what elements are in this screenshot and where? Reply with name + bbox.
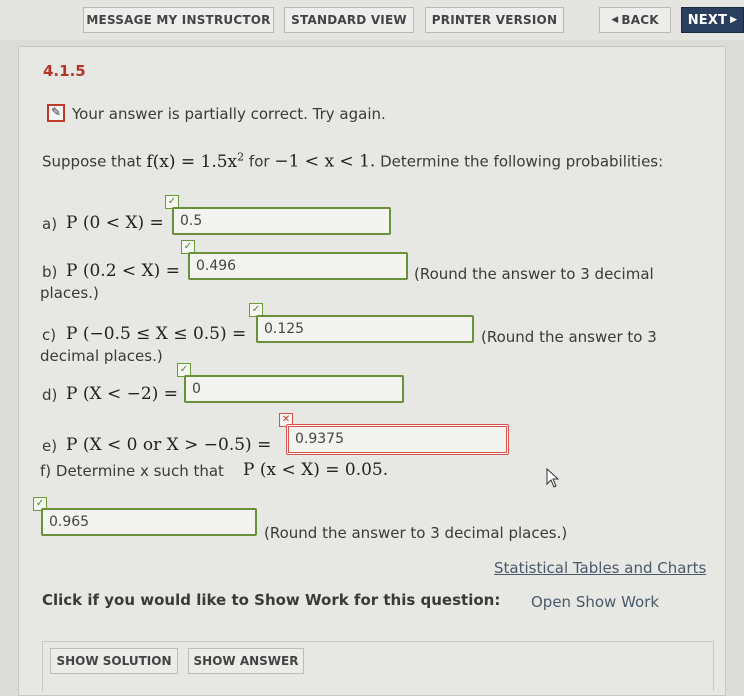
intro-prefix: Suppose that — [42, 152, 142, 171]
part-f-round-note: (Round the answer to 3 decimal places.) — [264, 524, 568, 542]
back-label: BACK — [621, 13, 659, 27]
intro-suffix: Determine the following probabilities: — [380, 152, 664, 171]
question-text: Suppose that f(x) = 1.5x2 for −1 < x < 1… — [42, 150, 663, 172]
part-b-answer-input[interactable]: 0.496 — [188, 252, 408, 280]
message-instructor-button[interactable]: MESSAGE MY INSTRUCTOR — [83, 7, 274, 33]
top-toolbar: MESSAGE MY INSTRUCTOR STANDARD VIEW PRIN… — [0, 0, 744, 40]
part-c-round-note: (Round the answer to 3 — [481, 328, 657, 346]
part-c-label: c) — [42, 326, 57, 344]
next-arrow-icon: ▶ — [730, 15, 738, 25]
part-a-expr: P (0 < X) = — [66, 213, 164, 233]
part-f-answer-input[interactable]: 0.965 — [41, 508, 257, 536]
open-show-work-link[interactable]: Open Show Work — [531, 593, 659, 611]
function-exponent: 2 — [237, 150, 245, 163]
feedback-message: Your answer is partially correct. Try ag… — [72, 105, 386, 123]
printer-version-button[interactable]: PRINTER VERSION — [425, 7, 564, 33]
next-button[interactable]: NEXT ▶ — [681, 7, 744, 33]
show-solution-button[interactable]: SHOW SOLUTION — [50, 648, 178, 674]
part-c-expr: P (−0.5 ≤ X ≤ 0.5) = — [66, 324, 247, 344]
part-b-expr: P (0.2 < X) = — [66, 261, 180, 281]
part-c-answer-input[interactable]: 0.125 — [256, 315, 474, 343]
part-a-answer-input[interactable]: 0.5 — [172, 207, 391, 235]
standard-view-button[interactable]: STANDARD VIEW — [284, 7, 414, 33]
part-b-round-note: (Round the answer to 3 decimal — [414, 265, 654, 283]
partial-correct-icon: ✎ — [47, 104, 65, 122]
part-b-label: b) — [42, 263, 58, 281]
mouse-cursor-icon — [546, 468, 560, 488]
next-label: NEXT — [687, 12, 728, 28]
part-d-answer-input[interactable]: 0 — [184, 375, 404, 403]
part-a-label: a) — [42, 215, 58, 233]
part-f-expr: P (x < X) = 0.05. — [243, 460, 389, 480]
part-e-expr: P (X < 0 or X > −0.5) = — [66, 435, 272, 455]
domain-expr: −1 < x < 1. — [274, 151, 376, 172]
show-answer-button[interactable]: SHOW ANSWER — [188, 648, 304, 674]
for-text: for — [248, 152, 270, 171]
pencil-icon: ✎ — [50, 105, 62, 119]
part-b-round-note-cont: places.) — [40, 284, 99, 302]
part-f-label: f) Determine x such that — [40, 462, 224, 480]
statistical-tables-link[interactable]: Statistical Tables and Charts — [494, 559, 706, 577]
function-expr: f(x) = 1.5x2 — [146, 150, 245, 172]
function-body: f(x) = 1.5x — [146, 151, 238, 172]
part-e-label: e) — [42, 437, 58, 455]
back-arrow-icon: ◀ — [611, 15, 619, 25]
question-number: 4.1.5 — [43, 62, 86, 80]
part-d-expr: P (X < −2) = — [66, 384, 178, 404]
show-work-prompt: Click if you would like to Show Work for… — [42, 591, 501, 609]
part-e-answer-input[interactable]: 0.9375 — [286, 424, 509, 455]
part-c-round-note-cont: decimal places.) — [40, 347, 163, 365]
part-d-label: d) — [42, 386, 58, 404]
back-button[interactable]: ◀ BACK — [599, 7, 671, 33]
